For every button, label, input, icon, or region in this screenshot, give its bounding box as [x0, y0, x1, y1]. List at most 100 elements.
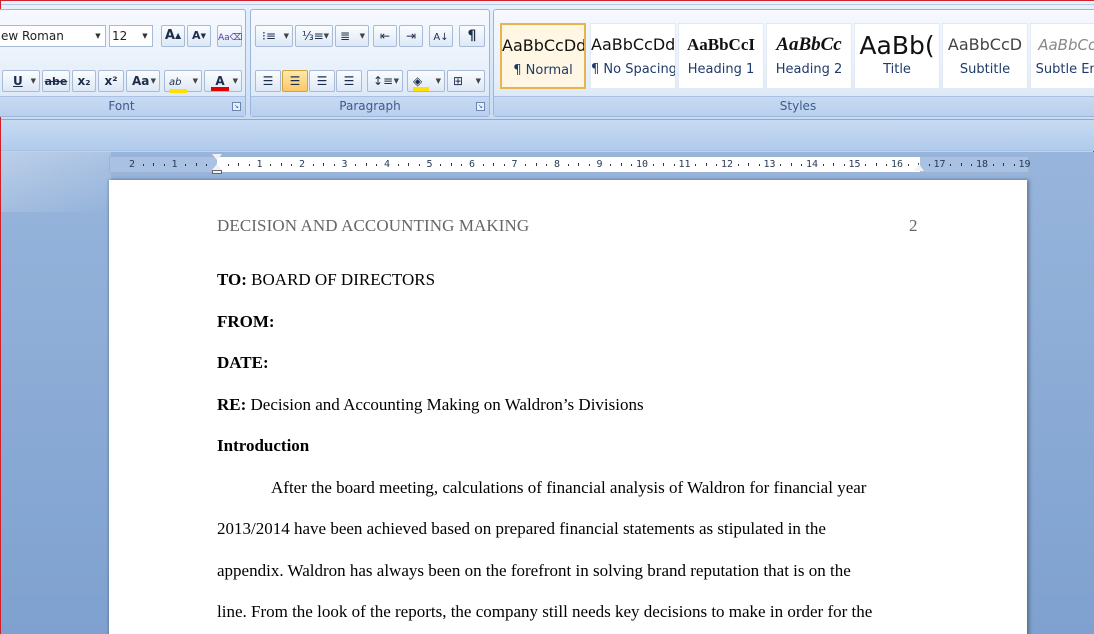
memo-from-label: FROM:	[217, 312, 275, 331]
style-subtitle[interactable]: AaBbCcD Subtitle	[942, 23, 1028, 89]
ruler-tick	[833, 163, 835, 166]
style-heading-2[interactable]: AaBbCc Heading 2	[766, 23, 852, 89]
ruler-tick	[546, 164, 548, 166]
memo-date-line: DATE:	[217, 352, 269, 374]
font-group: ew Roman ▼ 12 ▼ A▲ A▼ Aa⌫ U ▼ abe x₂ x²	[0, 9, 246, 117]
show-formatting-marks-button[interactable]: ¶	[459, 25, 485, 47]
ruler-tick	[195, 163, 197, 166]
ruler-tick	[971, 164, 973, 166]
chevron-down-icon[interactable]: ▼	[476, 71, 481, 91]
ruler-number: 15	[848, 159, 861, 170]
change-case-button[interactable]: Aa ▼	[126, 70, 160, 92]
ruler-tick	[620, 163, 622, 166]
first-line-indent-marker[interactable]	[212, 154, 222, 160]
memo-date-label: DATE:	[217, 353, 269, 372]
paragraph-group: ⁝≡ ▼ ⅓≡ ▼ ≣ ▼ ⇤ ⇥ A↓ ¶ ☰ ☰ ☰ ☰ ↕≡ ▼ ◈ ▼ …	[250, 9, 490, 117]
chevron-down-icon[interactable]: ▼	[394, 71, 399, 91]
ruler-tick	[323, 163, 325, 166]
increase-indent-icon: ⇥	[405, 29, 417, 43]
body-line: 2013/2014 have been achieved based on pr…	[217, 519, 826, 538]
style-subtle-emphasis[interactable]: AaBbCcD Subtle Emp	[1030, 23, 1094, 89]
font-color-button[interactable]: A ▼	[204, 70, 242, 92]
font-name-combo[interactable]: ew Roman ▼	[0, 25, 106, 47]
ruler-number: 2	[298, 159, 306, 170]
chevron-down-icon[interactable]: ▼	[138, 26, 152, 46]
paragraph-group-label: Paragraph	[251, 96, 489, 116]
increase-indent-button[interactable]: ⇥	[399, 25, 423, 47]
chevron-down-icon[interactable]: ▼	[324, 26, 329, 46]
font-dialog-launcher-icon[interactable]: ↘	[232, 102, 241, 111]
ruler-tick	[588, 164, 590, 166]
clear-formatting-button[interactable]: Aa⌫	[217, 25, 242, 47]
shading-button[interactable]: ◈ ▼	[407, 70, 445, 92]
align-left-button[interactable]: ☰	[255, 70, 281, 92]
chevron-down-icon[interactable]: ▼	[151, 71, 156, 91]
chevron-down-icon[interactable]: ▼	[233, 71, 238, 91]
justify-icon: ☰	[343, 74, 355, 88]
grow-font-button[interactable]: A▲	[161, 25, 185, 47]
decrease-indent-button[interactable]: ⇤	[373, 25, 397, 47]
style-normal[interactable]: AaBbCcDd ¶ Normal	[500, 23, 586, 89]
borders-button[interactable]: ⊞ ▼	[447, 70, 485, 92]
font-size-combo[interactable]: 12 ▼	[109, 25, 153, 47]
style-sample: AaBbCcI	[686, 35, 755, 54]
ruler-tick	[333, 164, 335, 166]
ruler-number: 3	[341, 159, 348, 170]
clear-formatting-icon: Aa⌫	[218, 33, 243, 43]
ruler-tick	[280, 163, 282, 166]
ruler-tick	[291, 164, 293, 166]
justify-button[interactable]: ☰	[336, 70, 362, 92]
sort-icon: A↓	[433, 32, 449, 43]
ruler-number: 6	[468, 159, 476, 170]
style-heading-1[interactable]: AaBbCcI Heading 1	[678, 23, 764, 89]
ruler-tick	[503, 164, 505, 166]
chevron-down-icon[interactable]: ▼	[31, 71, 36, 91]
memo-re-line: RE: Decision and Accounting Making on Wa…	[217, 394, 644, 416]
ruler-tick	[673, 164, 675, 166]
numbering-button[interactable]: ⅓≡ ▼	[295, 25, 333, 47]
styles-group: AaBbCcDd ¶ Normal AaBbCcDd ¶ No Spacing …	[493, 9, 1094, 117]
align-center-button[interactable]: ☰	[282, 70, 308, 92]
document-page[interactable]: DECISION AND ACCOUNTING MAKING 2 TO: BOA…	[109, 180, 1027, 634]
highlight-color-swatch	[169, 89, 187, 93]
chevron-down-icon[interactable]: ▼	[284, 26, 289, 46]
ruler-tick	[843, 164, 845, 166]
strikethrough-button[interactable]: abe	[42, 70, 70, 92]
highlight-button[interactable]: ab ▼	[164, 70, 202, 93]
bullets-button[interactable]: ⁝≡ ▼	[255, 25, 293, 47]
ruler-tick	[631, 164, 633, 166]
chevron-down-icon[interactable]: ▼	[91, 26, 105, 46]
superscript-button[interactable]: x²	[98, 70, 124, 92]
shrink-font-button[interactable]: A▼	[187, 25, 211, 47]
ruler-number: 11	[678, 159, 691, 170]
right-indent-marker[interactable]	[914, 164, 924, 171]
ruler-tick	[950, 164, 952, 166]
chevron-down-icon[interactable]: ▼	[193, 71, 198, 91]
left-indent-marker[interactable]	[212, 170, 222, 174]
style-name: Subtle Emp	[1035, 62, 1094, 77]
paragraph-dialog-launcher-icon[interactable]: ↘	[476, 102, 485, 111]
underline-button[interactable]: U ▼	[2, 70, 40, 92]
horizontal-ruler[interactable]: 2 1 1 2 3 4 5 6 7 8 9 10 11 12 13 14 15 16 17 18 19	[109, 154, 1031, 174]
ruler-number: 2	[128, 159, 136, 170]
ruler-number: 8	[553, 159, 561, 170]
line-spacing-button[interactable]: ↕≡ ▼	[367, 70, 403, 92]
style-no-spacing[interactable]: AaBbCcDd ¶ No Spacing	[590, 23, 676, 89]
multilevel-list-icon: ≣	[340, 29, 351, 43]
line-spacing-icon: ↕≡	[373, 74, 394, 88]
multilevel-list-button[interactable]: ≣ ▼	[335, 25, 369, 47]
style-title[interactable]: AaBb( Title	[854, 23, 940, 89]
chevron-down-icon[interactable]: ▼	[360, 26, 365, 46]
ruler-tick	[801, 164, 803, 166]
body-line: line. From the look of the reports, the …	[217, 602, 873, 621]
ruler-number: 13	[763, 159, 776, 170]
memo-to-line: TO: BOARD OF DIRECTORS	[217, 269, 435, 291]
align-right-button[interactable]: ☰	[309, 70, 335, 92]
subscript-button[interactable]: x₂	[72, 70, 96, 92]
memo-to-label: TO:	[217, 270, 247, 289]
ruler-tick	[185, 164, 187, 166]
ruler-tick	[960, 163, 962, 166]
align-right-icon: ☰	[316, 74, 328, 88]
chevron-down-icon[interactable]: ▼	[436, 71, 441, 91]
sort-button[interactable]: A↓	[429, 25, 453, 47]
